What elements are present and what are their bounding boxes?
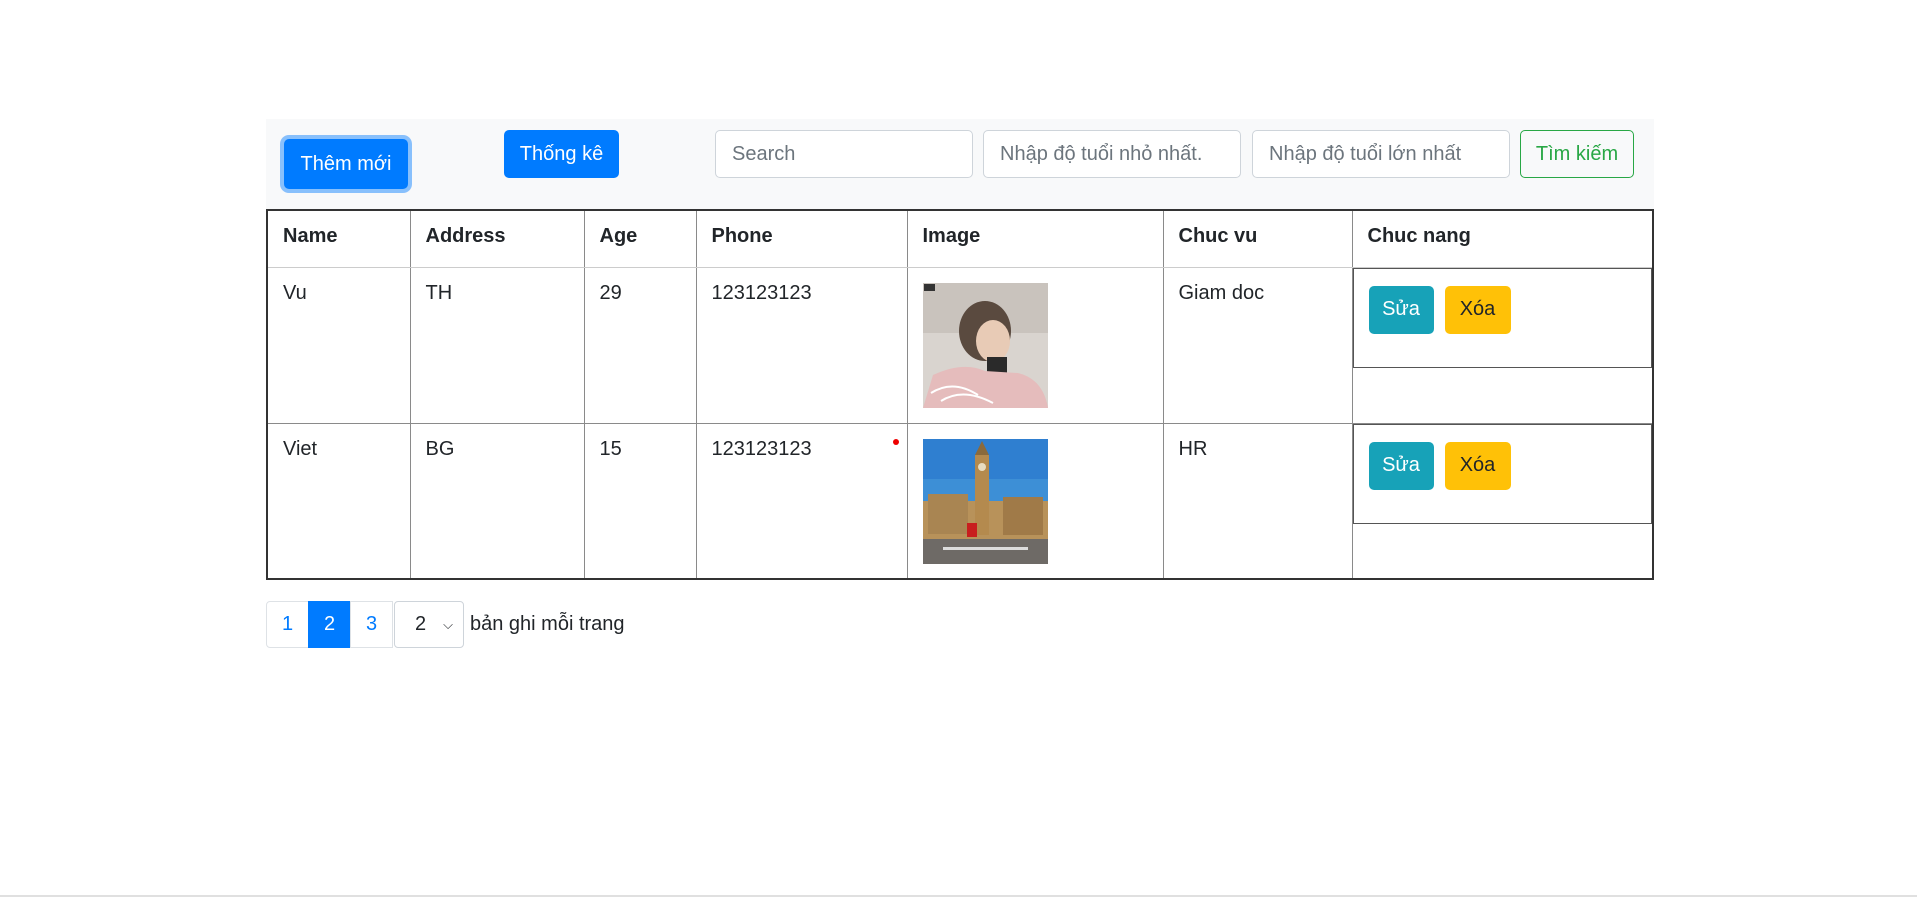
actions-group: Sửa Xóa [1352,423,1652,524]
per-page-select[interactable]: 2 ⌵ [394,601,464,648]
page-link-2[interactable]: 2 [308,601,351,648]
column-header-actions: Chuc nang [1351,209,1654,268]
delete-button[interactable]: Xóa [1444,285,1511,334]
table-header-row: Name Address Age Phone Image Chuc vu Chu… [266,209,1654,268]
employee-table: Name Address Age Phone Image Chuc vu Chu… [266,209,1654,580]
edit-button[interactable]: Sửa [1368,441,1434,490]
column-header-name: Name [266,209,411,268]
statistics-button[interactable]: Thống kê [504,130,619,178]
main-container: Thêm mới Thống kê Tìm kiếm Name Address … [266,119,1654,648]
big-ben-photo [922,438,1048,564]
toolbar: Thêm mới Thống kê Tìm kiếm [266,119,1654,209]
cell-address: TH [409,266,585,424]
per-page-value: 2 [415,613,427,635]
cell-image [906,266,1164,424]
cell-address: BG [409,422,585,580]
chevron-down-icon: ⌵ [443,616,453,632]
add-new-button[interactable]: Thêm mới [284,139,408,189]
min-age-input[interactable] [983,130,1241,178]
delete-button[interactable]: Xóa [1444,441,1511,490]
page-link-3[interactable]: 3 [350,601,393,648]
column-header-age: Age [583,209,697,268]
cell-phone: 123123123 [695,422,908,580]
cell-age: 29 [583,266,697,424]
cell-age: 15 [583,422,697,580]
cell-position: HR [1162,422,1353,580]
search-button[interactable]: Tìm kiếm [1520,130,1634,178]
edit-button[interactable]: Sửa [1368,285,1434,334]
table-row: Viet BG 15 123123123 HR Sửa Xóa [266,422,1654,580]
cell-name: Vu [266,266,411,424]
page-link-1[interactable]: 1 [266,601,309,648]
cell-phone: 123123123 [695,266,908,424]
cursor-dot [893,439,899,445]
column-header-image: Image [906,209,1164,268]
pagination: 1 2 3 2 ⌵ bản ghi mỗi trang [266,601,625,648]
column-header-phone: Phone [695,209,908,268]
column-header-address: Address [409,209,585,268]
column-header-position: Chuc vu [1162,209,1353,268]
cell-image [906,422,1164,580]
table-row: Vu TH 29 123123123 Giam doc Sửa Xóa [266,266,1654,424]
portrait-photo [922,282,1048,408]
actions-group: Sửa Xóa [1352,267,1652,368]
search-input[interactable] [715,130,973,178]
cell-actions: Sửa Xóa [1351,422,1654,580]
cell-actions: Sửa Xóa [1351,266,1654,424]
per-page-label: bản ghi mỗi trang [470,613,625,635]
max-age-input[interactable] [1252,130,1510,178]
cell-position: Giam doc [1162,266,1353,424]
cell-name: Viet [266,422,411,580]
